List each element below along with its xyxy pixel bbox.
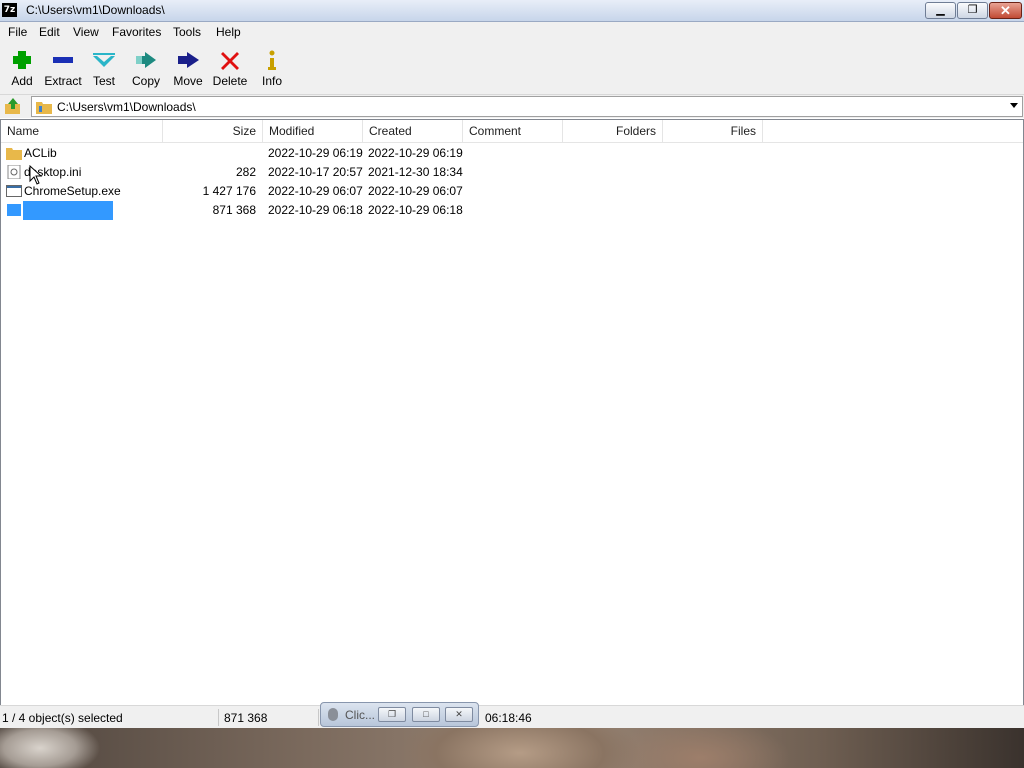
column-folders[interactable]: Folders	[563, 120, 663, 142]
menu-help[interactable]: Help	[216, 25, 241, 39]
window-title: C:\Users\vm1\Downloads\	[26, 3, 165, 17]
address-path: C:\Users\vm1\Downloads\	[57, 100, 196, 114]
address-input[interactable]: C:\Users\vm1\Downloads\	[31, 96, 1023, 117]
exe-file-icon	[6, 203, 22, 217]
mini-close-button[interactable]: ✕	[445, 707, 473, 722]
file-size: 871 368	[212, 203, 256, 217]
info-button[interactable]: Info	[250, 46, 294, 92]
move-arrow-icon	[178, 52, 199, 68]
list-item[interactable]: desktop.ini 282 2022-10-17 20:57 2021-12…	[1, 163, 1023, 182]
list-item[interactable]: ACLib 2022-10-29 06:19 2022-10-29 06:19	[1, 144, 1023, 163]
status-time: 06:18:46	[485, 711, 532, 725]
ini-file-icon	[7, 165, 21, 179]
maximize-button[interactable]: ❐	[957, 2, 988, 19]
minimized-window-title: Clic...	[345, 708, 375, 722]
menu-tools[interactable]: Tools	[173, 25, 201, 39]
status-divider	[318, 709, 319, 726]
column-comment[interactable]: Comment	[463, 120, 563, 142]
app-window: 7z C:\Users\vm1\Downloads\ ▁ ❐ ✕ File Ed…	[0, 0, 1024, 729]
close-icon: ✕	[455, 709, 463, 719]
status-divider	[218, 709, 219, 726]
file-size: 1 427 176	[202, 184, 256, 198]
list-item[interactable]: ChromeSetup.exe 1 427 176 2022-10-29 06:…	[1, 182, 1023, 201]
menu-file[interactable]: File	[8, 25, 27, 39]
mini-restore-button[interactable]: ❐	[378, 707, 406, 722]
exe-file-icon	[6, 185, 22, 197]
status-size: 871 368	[224, 711, 268, 725]
column-name[interactable]: Name	[1, 120, 163, 142]
folder-icon	[6, 148, 22, 160]
mouse-icon	[328, 708, 338, 721]
file-name-rename-field[interactable]	[23, 201, 113, 220]
maximize-icon: □	[423, 709, 429, 719]
menu-favorites[interactable]: Favorites	[112, 25, 161, 39]
checkmark-icon	[93, 53, 115, 67]
file-modified: 2022-10-29 06:18	[268, 203, 363, 215]
title-bar[interactable]: 7z C:\Users\vm1\Downloads\ ▁ ❐ ✕	[0, 0, 1024, 22]
status-bar: 1 / 4 object(s) selected 871 368 06:18:4…	[0, 705, 1024, 729]
up-arrow-folder-icon	[5, 98, 20, 114]
copy-arrow-icon	[136, 52, 156, 68]
minimized-window[interactable]: Clic... ❐ □ ✕	[320, 702, 479, 727]
column-size[interactable]: Size	[163, 120, 263, 142]
file-created: 2022-10-29 06:19	[368, 146, 463, 160]
status-selection: 1 / 4 object(s) selected	[2, 711, 123, 725]
7zip-app-icon: 7z	[2, 3, 17, 17]
close-button[interactable]: ✕	[989, 2, 1022, 19]
file-created: 2021-12-30 18:34	[368, 165, 463, 179]
x-icon	[221, 52, 239, 70]
plus-icon	[13, 51, 31, 69]
chevron-down-icon[interactable]	[1010, 103, 1018, 108]
menu-edit[interactable]: Edit	[39, 25, 60, 39]
minimize-button[interactable]: ▁	[925, 2, 956, 19]
close-icon: ✕	[1000, 3, 1011, 18]
file-size	[163, 146, 256, 161]
column-modified[interactable]: Modified	[263, 120, 363, 142]
list-header: Name Size Modified Created Comment Folde…	[1, 120, 1023, 143]
list-item-selected[interactable]: 871 368 2022-10-29 06:18 2022-10-29 06:1…	[1, 201, 1023, 220]
address-bar: C:\Users\vm1\Downloads\	[0, 95, 1024, 118]
mouse-cursor-icon	[29, 165, 43, 185]
menu-bar: File Edit View Favorites Tools Help	[0, 22, 1024, 42]
file-name: ChromeSetup.exe	[24, 184, 121, 198]
file-name: ACLib	[24, 146, 57, 160]
desktop-wallpaper	[0, 728, 1024, 768]
column-created[interactable]: Created	[363, 120, 463, 142]
info-icon	[268, 50, 276, 70]
file-modified: 2022-10-29 06:07	[268, 184, 363, 198]
file-modified: 2022-10-29 06:19	[268, 146, 363, 160]
minus-icon	[53, 57, 73, 63]
file-size: 282	[235, 165, 256, 179]
menu-view[interactable]: View	[73, 25, 99, 39]
file-created: 2022-10-29 06:07	[368, 184, 463, 198]
minimize-icon: ▁	[936, 4, 945, 16]
restore-icon: ❐	[967, 4, 978, 16]
up-folder-button[interactable]	[3, 97, 23, 116]
file-created: 2022-10-29 06:18	[368, 203, 463, 215]
column-files[interactable]: Files	[663, 120, 763, 142]
file-modified: 2022-10-17 20:57	[268, 165, 363, 179]
info-label: Info	[261, 74, 282, 88]
restore-icon: ❐	[387, 709, 397, 719]
folder-icon	[36, 102, 52, 114]
toolbar: Add Extract Test Copy Move Delete Info	[0, 42, 1024, 95]
file-list[interactable]: Name Size Modified Created Comment Folde…	[0, 119, 1024, 706]
mini-maximize-button[interactable]: □	[412, 707, 440, 722]
